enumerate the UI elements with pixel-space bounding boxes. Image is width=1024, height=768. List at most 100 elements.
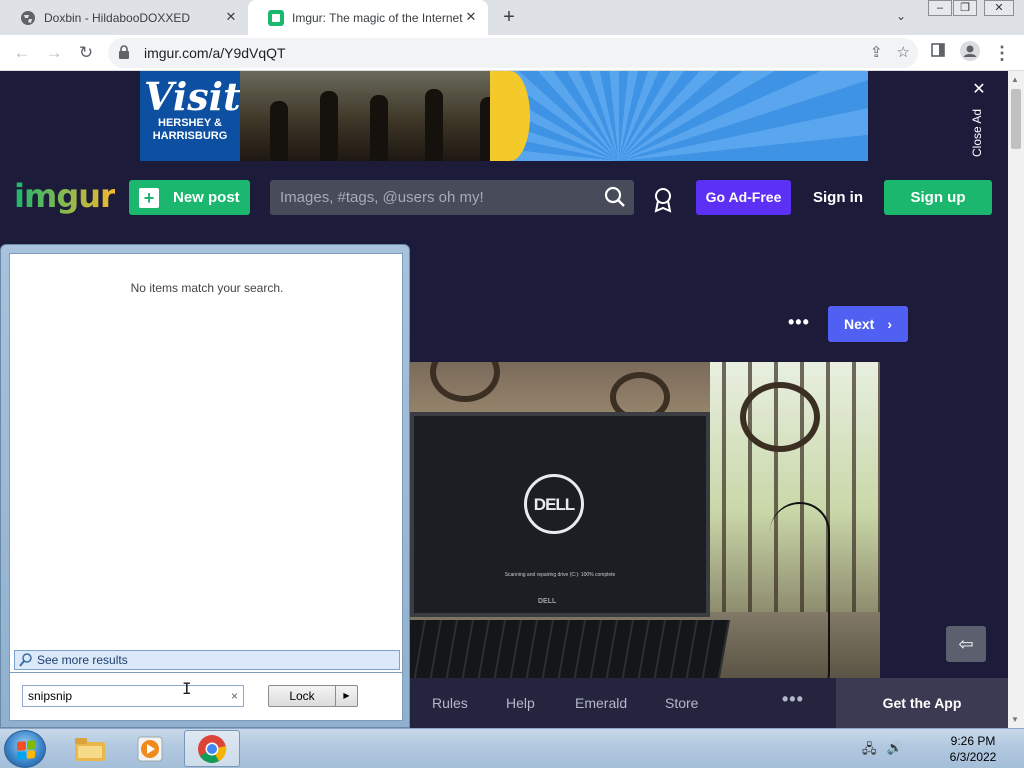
close-ad-label[interactable]: Close Ad	[970, 109, 984, 157]
new-post-button[interactable]: + New post	[129, 180, 250, 215]
lock-button[interactable]: Lock	[268, 685, 336, 707]
start-search-input[interactable]: snipsnip ×	[22, 685, 244, 707]
chevron-right-icon: ›	[887, 316, 892, 332]
search-placeholder: Images, #tags, @users oh my!	[280, 189, 484, 206]
tab-title: Imgur: The magic of the Internet	[292, 10, 463, 25]
imgur-footer: Rules Help Emerald Store ••• Get the App	[410, 678, 1008, 728]
url-text[interactable]: imgur.com/a/Y9dVqQT	[144, 45, 286, 61]
medal-icon[interactable]	[652, 187, 674, 213]
no-items-message: No items match your search.	[130, 281, 284, 295]
start-search-value[interactable]: snipsnip	[28, 689, 72, 703]
ad-figure	[320, 91, 338, 161]
footer-link-rules[interactable]: Rules	[432, 695, 468, 711]
system-tray: 🖧 🔊	[862, 740, 903, 762]
window-curl	[740, 382, 820, 452]
forward-arrow-icon[interactable]: →	[42, 41, 66, 65]
imgur-search-input[interactable]: Images, #tags, @users oh my!	[270, 180, 634, 215]
clock-time: 9:26 PM	[950, 734, 996, 748]
window-close-button[interactable]: ✕	[984, 0, 1014, 16]
imgur-favicon-icon	[268, 9, 284, 26]
tab-doxbin[interactable]: Doxbin - HildabooDOXXED ✕	[0, 0, 248, 35]
start-search-results: No items match your search. See more res…	[9, 253, 403, 673]
laptop-keyboard	[410, 620, 730, 678]
next-label: Next	[844, 316, 875, 332]
tab-title: Doxbin - HildabooDOXXED	[44, 10, 191, 25]
footer-link-emerald[interactable]: Emerald	[575, 695, 627, 711]
see-more-results-link[interactable]: See more results	[14, 650, 400, 670]
ad-figure	[270, 101, 288, 161]
tab-close-icon[interactable]: ✕	[464, 10, 478, 24]
laptop-screen: DELL Scanning and repairing drive (C:): …	[410, 412, 710, 617]
browser-tab-strip: Doxbin - HildabooDOXXED ✕ Imgur: The mag…	[0, 0, 1024, 35]
laptop-brand-text: DELL	[538, 598, 557, 605]
tab-imgur[interactable]: Imgur: The magic of the Internet ✕	[248, 0, 488, 35]
clock-date: 6/3/2022	[949, 750, 997, 764]
new-tab-button[interactable]: +	[498, 6, 520, 28]
power-cable	[770, 502, 830, 678]
browser-toolbar: ← → ↻ imgur.com/a/Y9dVqQT ⇪ ☆ ⋮	[0, 35, 1024, 71]
imgur-logo[interactable]: imgur	[14, 177, 116, 215]
reload-icon[interactable]: ↻	[74, 41, 98, 65]
close-ad-button[interactable]: ✕ Close Ad	[966, 79, 992, 163]
new-post-label: New post	[173, 189, 240, 206]
footer-link-help[interactable]: Help	[506, 695, 535, 711]
back-arrow-icon[interactable]: ←	[10, 41, 34, 65]
exit-icon[interactable]: ⇦	[946, 626, 986, 662]
start-menu-bottom: snipsnip × I Lock ▶	[9, 673, 403, 721]
footer-link-store[interactable]: Store	[665, 695, 698, 711]
share-icon[interactable]: ⇪	[870, 43, 883, 61]
search-icon[interactable]	[604, 186, 626, 212]
ad-figure	[425, 89, 443, 161]
clear-search-icon[interactable]: ×	[231, 686, 238, 706]
side-panel-icon[interactable]	[926, 41, 950, 65]
shutdown-options-arrow-icon[interactable]: ▶	[335, 685, 358, 707]
chrome-icon[interactable]	[184, 730, 240, 767]
windows-logo-icon	[17, 740, 35, 760]
next-post-button[interactable]: Next ›	[828, 306, 908, 342]
scroll-up-arrow-icon[interactable]: ▲	[1011, 75, 1019, 84]
globe-icon	[20, 10, 36, 26]
sign-up-button[interactable]: Sign up	[884, 180, 992, 215]
scroll-down-arrow-icon[interactable]: ▼	[1011, 715, 1019, 724]
ad-rays-background	[512, 71, 868, 161]
kebab-menu-icon[interactable]: ⋮	[990, 41, 1014, 65]
start-menu: No items match your search. See more res…	[0, 244, 410, 728]
ad-brand-panel: Visit HERSHEY & HARRISBURG	[140, 71, 241, 161]
post-image[interactable]: DELL Scanning and repairing drive (C:): …	[410, 362, 880, 678]
advertisement-banner[interactable]: Visit HERSHEY & HARRISBURG	[140, 71, 868, 161]
profile-avatar-icon[interactable]	[958, 41, 982, 65]
go-ad-free-button[interactable]: Go Ad-Free	[696, 180, 791, 215]
text-cursor-icon: I	[182, 679, 192, 698]
volume-icon[interactable]: 🔊	[887, 740, 903, 762]
get-the-app-button[interactable]: Get the App	[836, 678, 1008, 728]
page-scrollbar[interactable]: ▲ ▼	[1008, 71, 1024, 728]
tab-search-chevron-icon[interactable]: ⌄	[896, 9, 906, 23]
post-options-icon[interactable]: •••	[788, 312, 810, 333]
ad-figure	[370, 95, 388, 161]
footer-more-icon[interactable]: •••	[782, 689, 804, 710]
ad-visit-text: Visit	[144, 74, 241, 119]
sign-in-link[interactable]: Sign in	[808, 180, 868, 215]
start-button[interactable]	[4, 730, 46, 768]
network-icon[interactable]: 🖧	[862, 740, 877, 762]
file-explorer-icon[interactable]	[62, 730, 118, 767]
taskbar-clock[interactable]: 9:26 PM 6/3/2022	[930, 733, 1016, 765]
ad-place-line2: HARRISBURG	[152, 130, 228, 142]
search-icon	[19, 653, 33, 672]
windows-taskbar: 🖧 🔊 9:26 PM 6/3/2022	[0, 728, 1024, 768]
tab-close-icon[interactable]: ✕	[224, 10, 238, 24]
window-maximize-button[interactable]: ❐	[953, 0, 977, 16]
plus-icon: +	[139, 187, 159, 208]
window-curl	[430, 362, 500, 402]
bookmark-star-icon[interactable]: ☆	[897, 43, 910, 61]
lock-icon[interactable]	[118, 45, 132, 61]
close-icon[interactable]: ✕	[966, 79, 992, 99]
see-more-label: See more results	[37, 653, 128, 667]
media-player-icon[interactable]	[122, 730, 178, 767]
address-bar[interactable]: imgur.com/a/Y9dVqQT ⇪ ☆	[108, 38, 918, 68]
window-minimize-button[interactable]: –	[928, 0, 952, 16]
ad-concert-photo	[240, 71, 512, 161]
ad-swoosh	[490, 71, 530, 161]
dell-logo: DELL	[524, 474, 584, 534]
scrollbar-thumb[interactable]	[1011, 89, 1021, 149]
